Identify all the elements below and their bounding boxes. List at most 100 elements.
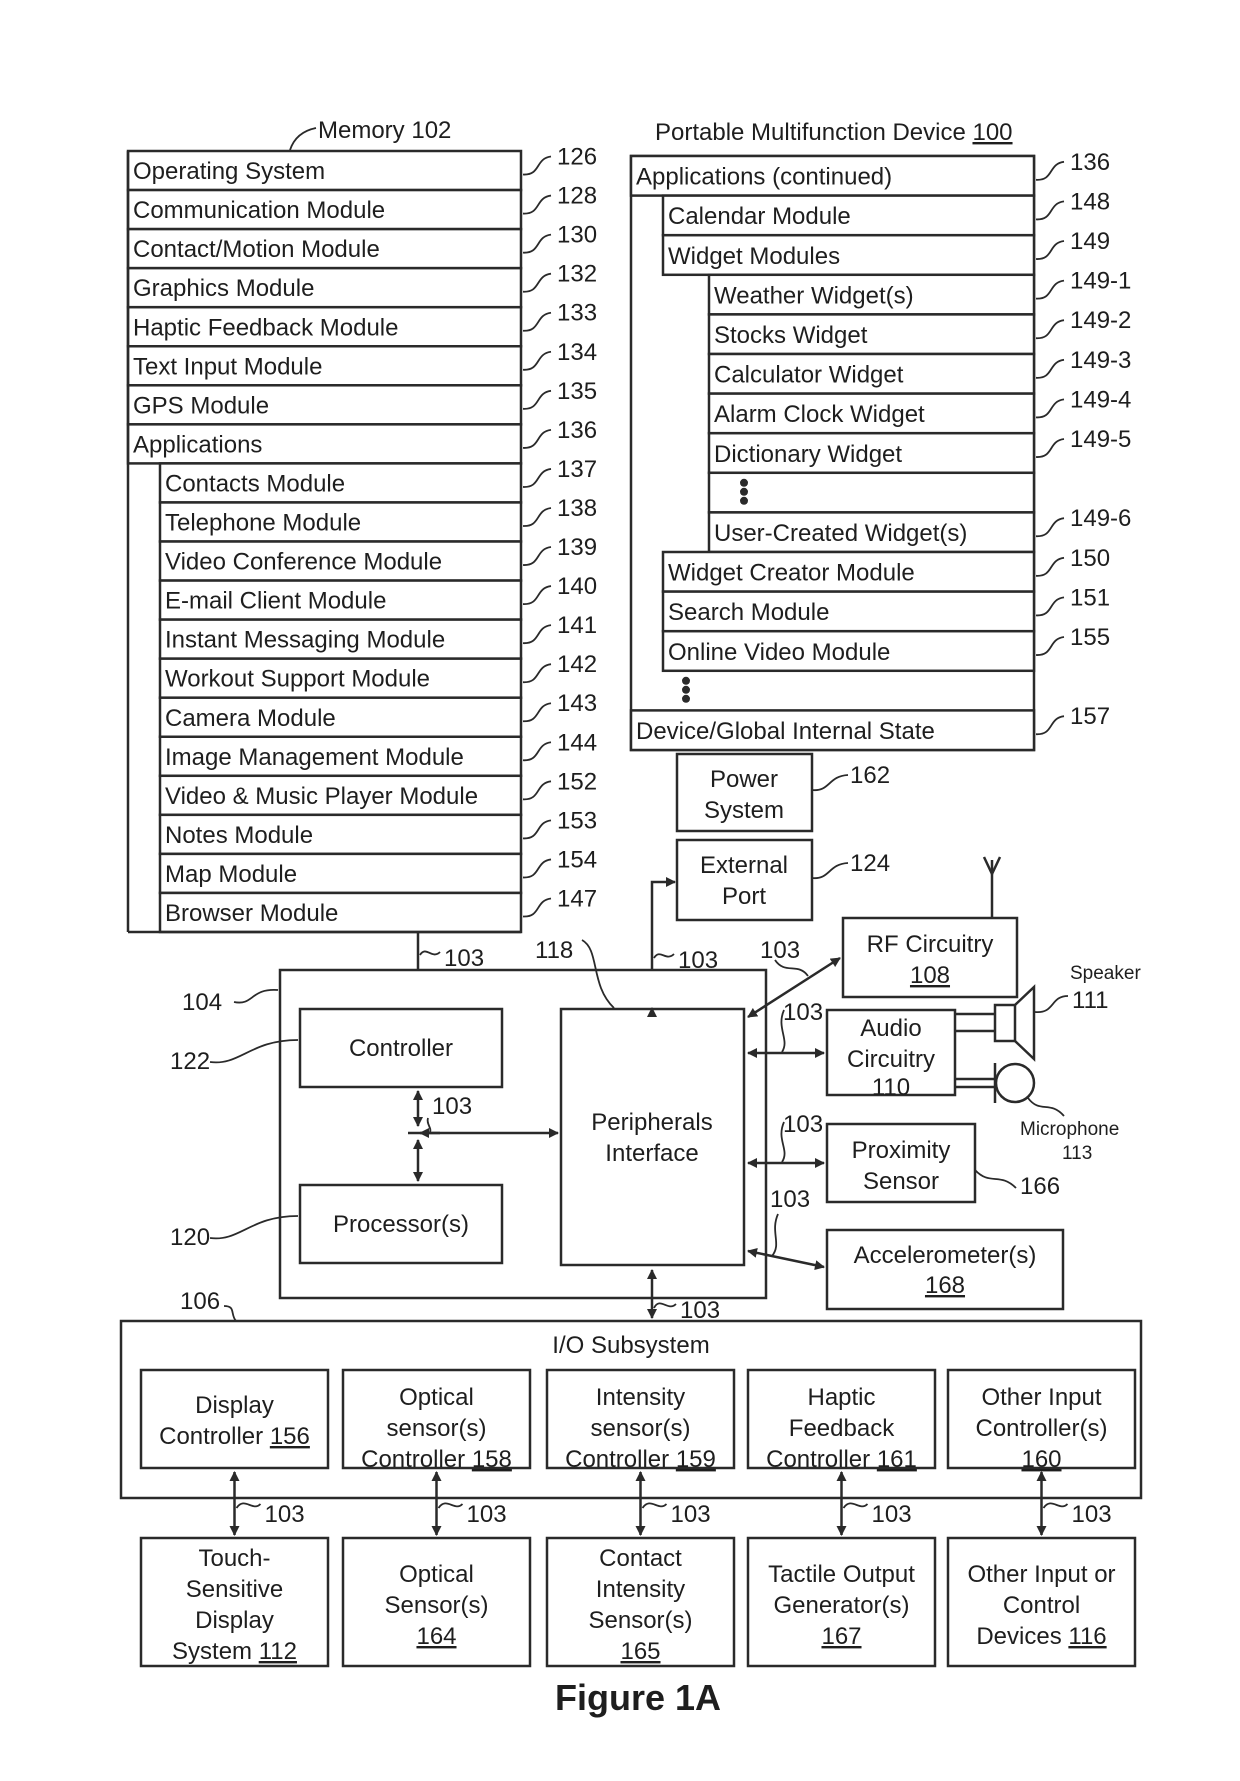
device-row-label: Widget Modules [668, 243, 840, 270]
svg-text:Portable Multifunction Device: Portable Multifunction Device 100 [655, 119, 1013, 146]
chip-104: 104 Controller 122 Processor(s) 120 Peri… [170, 937, 768, 1324]
speaker-icon [993, 1003, 1017, 1043]
memory-row-label: GPS Module [133, 392, 269, 419]
device-row-label: Online Video Module [668, 639, 890, 666]
io-controller-line: Controller 161 [766, 1446, 917, 1473]
io-controller-line: sensor(s) [386, 1415, 486, 1442]
ellipsis-dot-icon [740, 487, 748, 496]
io-device-line: Sensitive [186, 1576, 283, 1603]
patent-figure: Memory 102 Operating System 126 Communicat… [0, 0, 1240, 1781]
memory-row-label: Image Management Module [165, 744, 464, 771]
memory-row: Workout Support Module 142 [158, 651, 597, 699]
external-port-ref: 124 [850, 850, 890, 877]
io-device-line: Display [195, 1607, 274, 1634]
io-device: Contact Intensity Sensor(s) 165 [545, 1536, 736, 1668]
memory-row-ref: 133 [557, 300, 597, 327]
io-device-line: Sensor(s) [384, 1592, 488, 1619]
memory-row: Browser Module 147 [158, 885, 597, 934]
audio-line1: Audio [860, 1015, 921, 1042]
memory-row-label: Contact/Motion Module [133, 236, 380, 263]
proximity-line2: Sensor [863, 1168, 939, 1195]
io-ref: 106 [180, 1288, 220, 1315]
memory-row: Image Management Module 144 [158, 729, 597, 778]
accelerometer-ref: 168 [925, 1272, 965, 1299]
memory-row-label: Workout Support Module [165, 666, 430, 693]
io-device-ref: 112 [259, 1638, 297, 1665]
io-controller: Other Input Controller(s) 160 103 [946, 1368, 1137, 1536]
memory-row-label: Graphics Module [133, 275, 314, 302]
device-row-label: Applications (continued) [636, 164, 892, 191]
microphone-ref: 113 [1062, 1143, 1092, 1164]
controller-text: Controller [349, 1035, 453, 1062]
rf-bus-ref: 103 [760, 937, 800, 964]
memory-row: Operating System 126 [126, 144, 597, 192]
memory-row-label: Notes Module [165, 822, 313, 849]
device-label-prefix: Portable Multifunction Device [655, 119, 972, 146]
memory-row-ref: 153 [557, 807, 597, 834]
io-controller-ref: 156 [270, 1423, 310, 1450]
io-device-line: Other Input or [967, 1561, 1115, 1588]
io-controller-line: Controller 156 [159, 1423, 310, 1450]
io-device-line: 164 [416, 1623, 456, 1650]
figure-label: Figure 1A [555, 1677, 721, 1718]
chip-ref: 104 [182, 989, 222, 1016]
io-bus-ref: 103 [467, 1501, 507, 1528]
memory-row: Map Module 154 [158, 846, 597, 895]
io-controller-line: Controller 159 [565, 1446, 716, 1473]
io-device-ref: 167 [821, 1623, 861, 1650]
device-row-label: Stocks Widget [714, 322, 868, 349]
io-device-line: Intensity [596, 1576, 685, 1603]
io-controller-line: Intensity [596, 1384, 685, 1411]
device-row: Widget Modules 149 [661, 228, 1110, 277]
io-controller: Display Controller 156 103 [139, 1368, 330, 1536]
device-label-group: Portable Multifunction Device 100 [655, 119, 1013, 146]
memory-row-label: Video & Music Player Module [165, 783, 478, 810]
device-row-ref: 149-1 [1070, 268, 1131, 295]
device-row [682, 676, 690, 703]
memory-row: Instant Messaging Module 141 [158, 612, 597, 660]
audio-bus-ref: 103 [783, 999, 823, 1026]
memory-row: Contact/Motion Module 130 [126, 222, 597, 270]
memory-row-label: E-mail Client Module [165, 588, 386, 615]
memory-row-label: Haptic Feedback Module [133, 314, 398, 341]
memory-row: Haptic Feedback Module 133 [126, 300, 597, 348]
memory-label: Memory 102 [318, 117, 451, 144]
io-controller-ref: 159 [676, 1446, 716, 1473]
peripherals-line1: Peripherals [591, 1109, 712, 1136]
device-row: Online Video Module 155 [661, 624, 1110, 673]
memory-row-ref: 143 [557, 690, 597, 717]
external-port-line1: External [700, 852, 788, 879]
memory-row: Contacts Module 137 [158, 456, 597, 504]
io-device-line: Touch- [198, 1545, 270, 1572]
device-row: Weather Widget(s) 149-1 [707, 268, 1131, 316]
device-row-ref: 150 [1070, 545, 1110, 572]
memory-row-ref: 137 [557, 456, 597, 483]
memory-row-ref: 139 [557, 534, 597, 561]
device-row-label: Alarm Clock Widget [714, 401, 925, 428]
memory-row-label: Instant Messaging Module [165, 627, 445, 654]
memory-row: Graphics Module 132 [126, 261, 597, 309]
device-row-label: User-Created Widget(s) [714, 520, 967, 547]
device-row: Calculator Widget 149-3 [707, 347, 1131, 395]
memory-row: Notes Module 153 [158, 807, 597, 856]
ellipsis-dot-icon [682, 694, 690, 703]
memory-bus-ref: 103 [444, 945, 484, 972]
device-row-ref: 149 [1070, 228, 1110, 255]
memory-row-ref: 154 [557, 846, 597, 873]
proximity-line1: Proximity [852, 1137, 951, 1164]
io-controller-ref: 161 [877, 1446, 917, 1473]
power-ref: 162 [850, 762, 890, 789]
power-system: Power System 162 [675, 752, 890, 833]
device-row: Search Module 151 [661, 584, 1110, 633]
memory-row: Telephone Module 138 [158, 495, 597, 543]
peripherals-ref: 118 [535, 937, 573, 964]
io-device-line: System 112 [172, 1638, 297, 1665]
io-controller-line: Feedback [789, 1415, 895, 1442]
memory-row: GPS Module 135 [126, 378, 597, 426]
io-subsystem: I/O Subsystem 106 DisplayController 1561… [119, 1288, 1143, 1668]
io-controller-line: Other Input [981, 1384, 1101, 1411]
device-row-ref: 155 [1070, 624, 1110, 651]
external-port-line2: Port [722, 883, 766, 910]
memory-row-ref: 134 [557, 339, 597, 366]
io-device-line: Generator(s) [773, 1592, 909, 1619]
